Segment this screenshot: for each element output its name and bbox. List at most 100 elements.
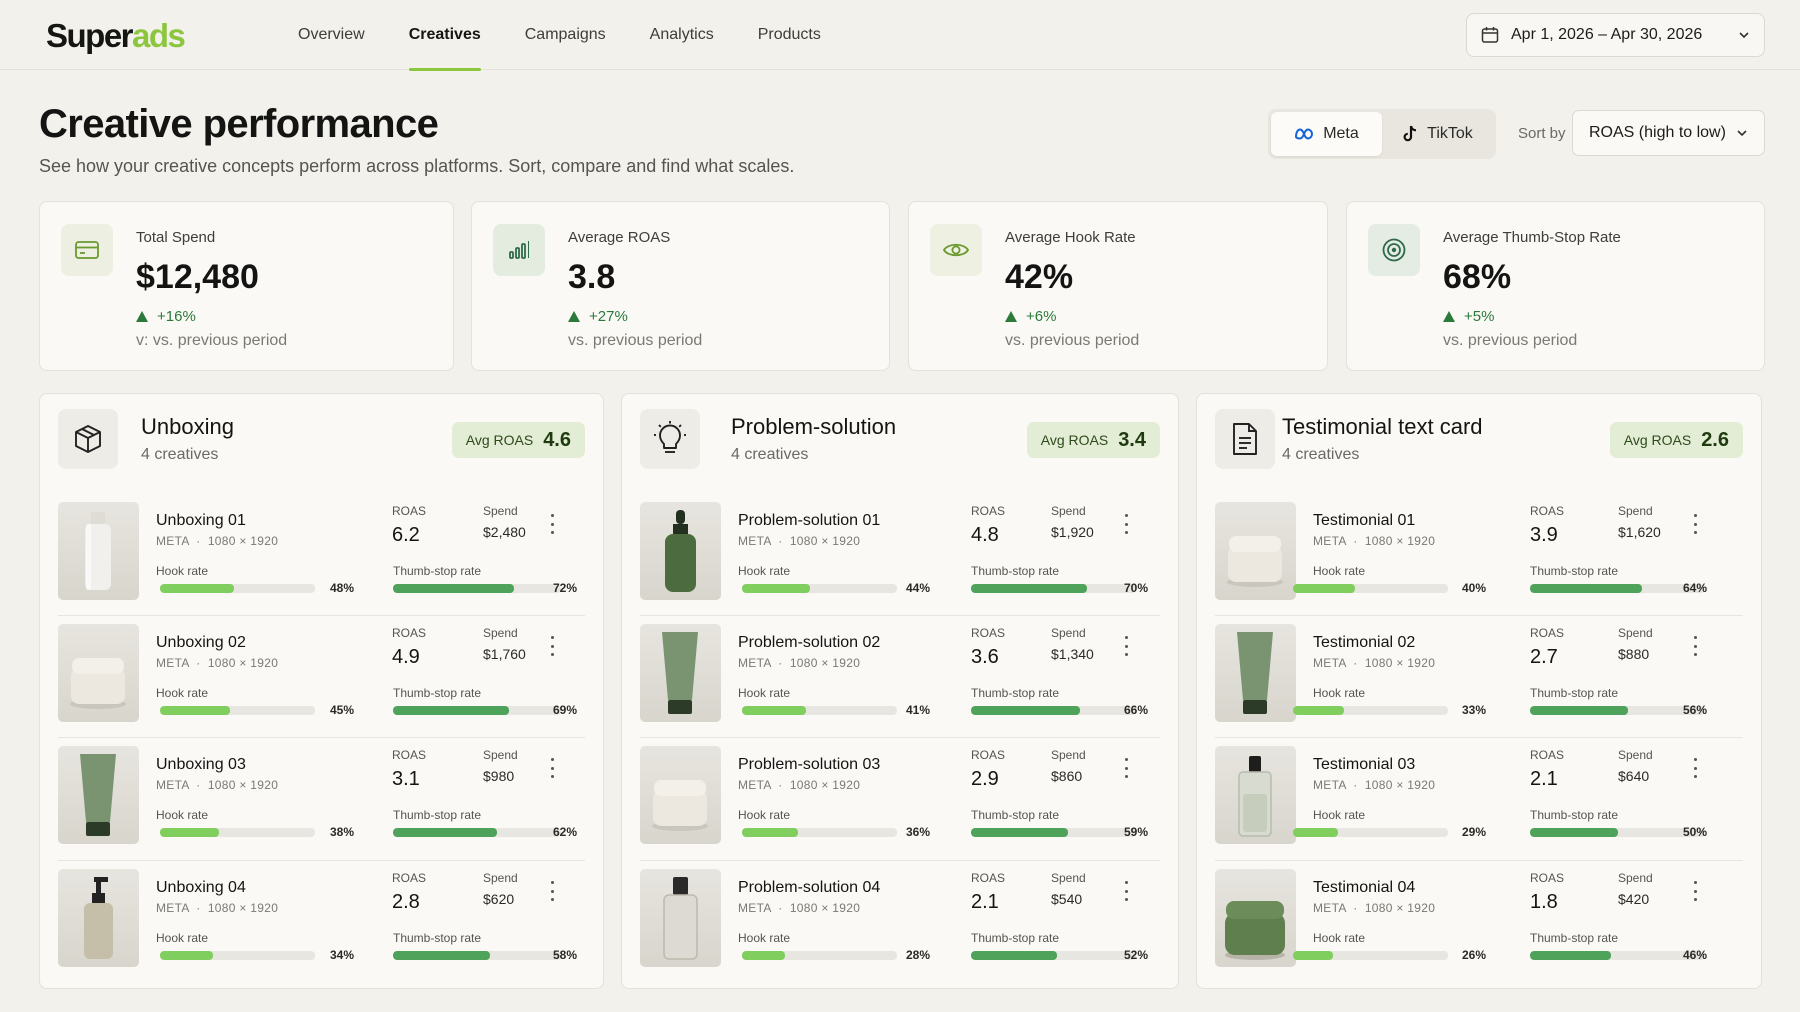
creative-row[interactable]: Testimonial 03 META · 1080 × 1920 ROAS 2.1 S… — [1215, 737, 1743, 858]
creative-thumbnail[interactable] — [640, 624, 721, 722]
kpi-delta: +16% — [136, 308, 196, 325]
creative-meta: META · 1080 × 1920 — [156, 656, 278, 670]
creative-size: 1080 × 1920 — [207, 901, 279, 915]
hook-rate-bar — [742, 706, 897, 715]
kpi-period: vs. previous period — [568, 332, 703, 349]
roas-value: 3.6 — [971, 646, 999, 668]
hook-rate-label: Hook rate — [156, 931, 209, 945]
thumb-stop-bar — [393, 951, 561, 960]
creative-thumbnail[interactable] — [1215, 624, 1296, 722]
tiktok-toggle-button[interactable]: TikTok — [1382, 112, 1493, 156]
trend-up-icon — [1443, 311, 1455, 322]
meta-separator: · — [188, 534, 208, 548]
more-options-icon[interactable] — [549, 636, 555, 656]
hook-rate-value: 41% — [905, 703, 930, 717]
creative-thumbnail[interactable] — [1215, 869, 1296, 967]
spend-label: Spend — [483, 504, 518, 518]
hook-rate-value: 29% — [1461, 825, 1486, 839]
hook-rate-value: 34% — [329, 948, 354, 962]
creative-thumbnail[interactable] — [1215, 502, 1296, 600]
hook-rate-fill — [160, 828, 219, 837]
creative-thumbnail[interactable] — [640, 869, 721, 967]
creative-platform: META — [156, 534, 189, 548]
creative-row[interactable]: Problem-solution 01 META · 1080 × 1920 ROA… — [640, 494, 1160, 615]
hook-rate-label: Hook rate — [156, 686, 209, 700]
hook-rate-value: 45% — [329, 703, 354, 717]
eye-icon — [930, 224, 982, 276]
thumb-stop-label: Thumb-stop rate — [1530, 686, 1619, 700]
creative-row[interactable]: Testimonial 01 META · 1080 × 1920 ROAS 3.9 S… — [1215, 494, 1743, 615]
kpi-period: vs. previous period — [1005, 332, 1140, 349]
creative-thumbnail[interactable] — [58, 624, 139, 722]
creative-row[interactable]: Problem-solution 02 META · 1080 × 1920 ROA… — [640, 615, 1160, 736]
nav-creatives[interactable]: Creatives — [387, 0, 503, 71]
nav-analytics[interactable]: Analytics — [628, 0, 736, 70]
thumb-stop-value: 50% — [1682, 825, 1707, 839]
spend-label: Spend — [483, 748, 518, 762]
meta-toggle-button[interactable]: Meta — [1271, 112, 1382, 156]
creative-row[interactable]: Problem-solution 03 META · 1080 × 1920 ROA… — [640, 737, 1160, 858]
roas-value: 3.1 — [392, 768, 420, 790]
hook-rate-label: Hook rate — [1313, 686, 1366, 700]
creative-row[interactable]: Testimonial 02 META · 1080 × 1920 ROAS 2.7 S… — [1215, 615, 1743, 736]
roas-label: ROAS — [392, 871, 427, 885]
creative-row[interactable]: Testimonial 04 META · 1080 × 1920 ROAS 1.8 S… — [1215, 860, 1743, 981]
creative-thumbnail[interactable] — [58, 869, 139, 967]
superads-logo[interactable]: Superads — [46, 17, 186, 55]
nav-products[interactable]: Products — [736, 0, 843, 70]
roas-label: ROAS — [971, 504, 1006, 518]
hook-rate-fill — [160, 706, 230, 715]
creative-platform: META — [738, 656, 771, 670]
calendar-icon — [1481, 27, 1499, 43]
more-options-icon[interactable] — [549, 758, 555, 778]
creative-name: Problem-solution 03 — [738, 756, 881, 773]
more-options-icon[interactable] — [549, 881, 555, 901]
platform-toggle: Meta TikTok — [1268, 109, 1496, 159]
nav-overview[interactable]: Overview — [276, 0, 387, 70]
thumb-stop-fill — [971, 706, 1080, 715]
creative-size: 1080 × 1920 — [1364, 534, 1436, 548]
creative-meta: META · 1080 × 1920 — [156, 534, 278, 548]
concept-title: Problem-solution — [731, 414, 897, 439]
spend-label: Spend — [1051, 626, 1086, 640]
spend-value: $880 — [1618, 646, 1650, 662]
creative-thumbnail[interactable] — [58, 746, 139, 844]
more-options-icon[interactable] — [1692, 514, 1698, 534]
kpi-delta-value: +16% — [157, 308, 196, 325]
thumb-stop-fill — [971, 584, 1087, 593]
nav-campaigns[interactable]: Campaigns — [503, 0, 628, 70]
date-range-picker[interactable]: Apr 1, 2026 – Apr 30, 2026 — [1466, 13, 1765, 57]
hook-rate-bar — [1293, 706, 1448, 715]
creative-row[interactable]: Unboxing 04 META · 1080 × 1920 ROAS 2.8 Spen… — [58, 860, 585, 981]
hook-rate-label: Hook rate — [738, 808, 791, 822]
hook-rate-value: 38% — [329, 825, 354, 839]
more-options-icon[interactable] — [1123, 758, 1129, 778]
meta-separator: · — [1345, 901, 1365, 915]
creative-meta: META · 1080 × 1920 — [738, 901, 860, 915]
more-options-icon[interactable] — [1123, 881, 1129, 901]
more-options-icon[interactable] — [549, 514, 555, 534]
more-options-icon[interactable] — [1123, 636, 1129, 656]
more-options-icon[interactable] — [1692, 636, 1698, 656]
creative-row[interactable]: Unboxing 01 META · 1080 × 1920 ROAS 6.2 Spen… — [58, 494, 585, 615]
trend-up-icon — [568, 311, 580, 322]
thumb-stop-bar — [393, 828, 561, 837]
creative-row[interactable]: Problem-solution 04 META · 1080 × 1920 ROA… — [640, 860, 1160, 981]
sort-select[interactable]: ROAS (high to low) — [1572, 110, 1765, 156]
creative-thumbnail[interactable] — [58, 502, 139, 600]
spend-value: $1,920 — [1051, 524, 1094, 540]
more-options-icon[interactable] — [1692, 881, 1698, 901]
creative-row[interactable]: Unboxing 03 META · 1080 × 1920 ROAS 3.1 Spen… — [58, 737, 585, 858]
creative-platform: META — [156, 656, 189, 670]
more-options-icon[interactable] — [1123, 514, 1129, 534]
more-options-icon[interactable] — [1692, 758, 1698, 778]
creative-row[interactable]: Unboxing 02 META · 1080 × 1920 ROAS 4.9 Spen… — [58, 615, 585, 736]
creative-platform: META — [738, 901, 771, 915]
avg-roas-badge: Avg ROAS 2.6 — [1609, 422, 1743, 458]
page-subtitle: See how your creative concepts perform a… — [39, 156, 795, 176]
spend-label: Spend — [483, 626, 518, 640]
creative-platform: META — [738, 534, 771, 548]
creative-thumbnail[interactable] — [640, 502, 721, 600]
creative-thumbnail[interactable] — [1215, 746, 1296, 844]
creative-thumbnail[interactable] — [640, 746, 721, 844]
